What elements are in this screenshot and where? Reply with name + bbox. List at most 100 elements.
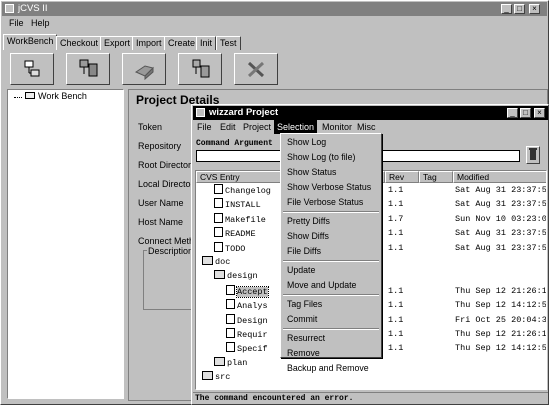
menu-file[interactable]: File <box>9 18 24 28</box>
entry-modified: Thu Sep 12 21:26:12 <box>455 329 547 339</box>
menu-separator <box>283 260 379 262</box>
folder-icon <box>214 270 225 280</box>
file-icon <box>226 342 235 353</box>
menu-project-file[interactable]: File <box>197 122 212 132</box>
menu-item-backup-and-remove[interactable]: Backup and Remove <box>281 361 381 376</box>
main-title-bar[interactable]: jCVS II _ □ × <box>2 2 547 16</box>
entry-rev: 1.1 <box>388 285 404 296</box>
description-label: Description <box>147 246 195 256</box>
tab-workbench[interactable]: WorkBench <box>3 34 58 50</box>
minimize-icon[interactable]: _ <box>501 4 512 14</box>
menu-item-commit[interactable]: Commit <box>281 312 381 327</box>
menu-item-remove[interactable]: Remove <box>281 346 381 361</box>
tree-root-label[interactable]: Work Bench <box>38 91 87 101</box>
menu-separator <box>283 328 379 330</box>
menu-item-pretty-diffs[interactable]: Pretty Diffs <box>281 214 381 229</box>
workbench-tree[interactable]: Work Bench <box>7 89 124 399</box>
tab-import[interactable]: Import <box>132 36 166 50</box>
field-local-directory-label: Local Director <box>138 179 194 189</box>
menu-misc[interactable]: Misc <box>357 122 376 132</box>
file-icon <box>226 313 235 324</box>
tab-checkout[interactable]: Checkout <box>56 36 103 50</box>
menu-item-tag-files[interactable]: Tag Files <box>281 297 381 312</box>
file-icon <box>226 299 235 310</box>
column-header-modified[interactable]: Modified <box>453 171 546 183</box>
add-button[interactable] <box>122 53 166 85</box>
maximize-icon[interactable]: □ <box>514 4 525 14</box>
file-icon <box>214 212 223 223</box>
entry-modified: Thu Sep 12 14:12:52 <box>455 300 547 311</box>
menu-item-move-and-update[interactable]: Move and Update <box>281 278 381 293</box>
main-tabs: WorkBench Checkout Export Import Create … <box>3 34 303 50</box>
column-header-tag[interactable]: Tag <box>419 171 453 183</box>
entry-name: Changelog <box>214 184 271 198</box>
tab-test[interactable]: Test <box>216 36 241 50</box>
entry-label: INSTALL <box>225 200 261 211</box>
column-header-rev[interactable]: Rev <box>385 171 419 183</box>
file-icon <box>214 227 223 238</box>
open-project-button[interactable] <box>10 53 54 85</box>
tab-export[interactable]: Export <box>100 36 135 50</box>
menu-item-update[interactable]: Update <box>281 263 381 278</box>
file-icon <box>226 328 235 338</box>
status-text: The command encountered an error. <box>195 394 354 403</box>
project-close-icon[interactable]: × <box>534 108 545 118</box>
entry-label: README <box>225 229 256 240</box>
entry-label: Requir <box>237 330 268 340</box>
selection-menu: Show Log Show Log (to file) Show Status Sho… <box>280 133 382 373</box>
entry-label: design <box>227 271 258 282</box>
project-maximize-icon[interactable]: □ <box>520 108 531 118</box>
entry-label: TODO <box>225 243 246 254</box>
entry-name: TODO <box>214 241 246 256</box>
remove-button[interactable] <box>234 53 278 85</box>
tab-init[interactable]: Init <box>196 36 217 50</box>
project-icon <box>79 59 98 77</box>
entry-modified: Sat Aug 31 23:37:56 <box>455 185 547 195</box>
menu-selection[interactable]: Selection <box>274 120 318 134</box>
trash-button[interactable] <box>526 146 540 164</box>
entry-name: doc <box>202 256 230 269</box>
menu-item-show-status[interactable]: Show Status <box>281 165 381 180</box>
menu-help[interactable]: Help <box>31 18 50 28</box>
package-icon <box>134 65 154 81</box>
menu-project[interactable]: Project <box>243 122 271 132</box>
add-file-button[interactable] <box>178 53 222 85</box>
entry-label: Accept <box>236 285 269 298</box>
file-icon <box>214 198 223 209</box>
add-file-icon <box>192 59 210 78</box>
entry-rev: 1.1 <box>388 185 404 195</box>
entry-rev: 1.1 <box>388 242 404 253</box>
menu-item-resurrect[interactable]: Resurrect <box>281 331 381 346</box>
menu-item-file-diffs[interactable]: File Diffs <box>281 244 381 259</box>
field-repository-label: Repository <box>138 141 182 151</box>
entry-name: Specif <box>226 342 268 356</box>
remove-icon <box>247 61 265 78</box>
field-user-name-label: User Name <box>138 198 184 208</box>
menu-separator <box>283 294 379 296</box>
trash-icon <box>529 148 537 160</box>
tab-create[interactable]: Create <box>164 36 200 50</box>
project-minimize-icon[interactable]: _ <box>507 108 518 118</box>
project-app-icon <box>196 108 205 117</box>
project-title-bar[interactable]: wizzard Project _ □ × <box>193 106 548 120</box>
field-token-label: Token <box>138 122 163 132</box>
menu-item-show-verbose-status[interactable]: Show Verbose Status <box>281 180 381 195</box>
field-root-directory-label: Root Directory <box>138 160 196 170</box>
close-icon[interactable]: × <box>529 4 540 14</box>
menu-edit[interactable]: Edit <box>220 122 236 132</box>
entry-name: Analys <box>226 299 268 313</box>
menu-monitor[interactable]: Monitor <box>322 122 352 132</box>
menu-item-show-log[interactable]: Show Log <box>281 135 381 150</box>
folder-tree-icon <box>24 60 40 77</box>
entry-modified: Thu Sep 12 14:12:52 <box>455 343 547 354</box>
entry-name: design <box>214 270 258 283</box>
entry-label: src <box>215 372 231 383</box>
menu-item-file-verbose-status[interactable]: File Verbose Status <box>281 195 381 210</box>
new-project-button[interactable] <box>66 53 110 85</box>
menu-item-show-log-to-file[interactable]: Show Log (to file) <box>281 150 381 165</box>
entry-modified: Thu Sep 12 21:26:12 <box>455 285 547 296</box>
field-host-name-label: Host Name <box>138 217 184 227</box>
menu-item-show-diffs[interactable]: Show Diffs <box>281 229 381 244</box>
entry-rev: 1.1 <box>388 228 404 239</box>
entry-modified: Sat Aug 31 23:37:56 <box>455 242 547 253</box>
